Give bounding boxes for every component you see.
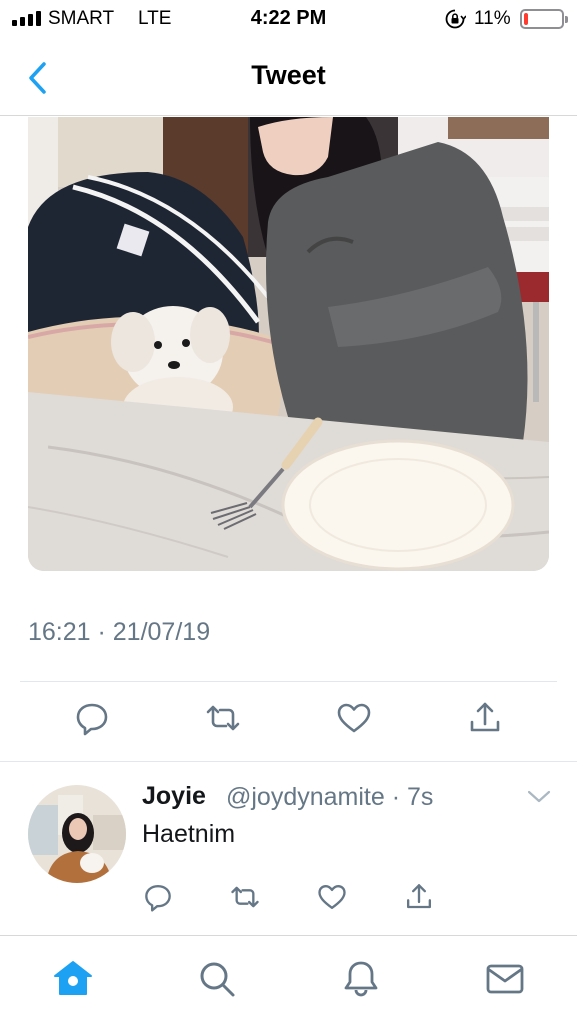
messages-icon [486,964,524,994]
battery-icon [520,9,568,29]
reply-reply-button[interactable] [143,882,173,912]
tweet-actions [0,700,577,740]
reply-share-button[interactable] [404,882,434,912]
retweet-icon [231,886,259,908]
reply-actions [0,882,577,916]
status-bar: SMART LTE 4:22 PM 11% [0,0,577,40]
tweet-photo[interactable] [28,117,549,571]
tab-search[interactable] [196,958,238,1000]
tweet-timestamp: 16:21 · 21/07/19 [28,618,211,646]
divider [0,761,577,762]
reply-author-handle[interactable]: @joydynamite · 7s [226,783,433,812]
like-button[interactable] [336,700,372,736]
navigation-bar: Tweet [0,40,577,116]
reply-author-name[interactable]: Joyie [142,782,206,811]
tab-bar [0,935,577,1024]
share-button[interactable] [467,700,503,736]
battery-percent: 11% [474,8,511,29]
tab-home[interactable] [52,958,94,1000]
divider [20,681,557,682]
retweet-button[interactable] [205,700,241,736]
search-icon [200,962,235,997]
chevron-down-icon [527,790,551,803]
reply-like-button[interactable] [317,882,347,912]
like-icon [318,885,346,909]
retweet-icon [206,705,240,731]
tab-messages[interactable] [484,958,526,1000]
like-icon [337,703,371,733]
share-icon [470,702,500,732]
reply-retweet-button[interactable] [230,882,260,912]
tab-notifications[interactable] [340,958,382,1000]
reply-menu-button[interactable] [526,786,552,806]
avatar[interactable] [28,785,126,883]
share-icon [407,884,431,909]
rotation-lock-icon [445,9,466,29]
page-title: Tweet [251,60,326,90]
reply-text: Haetnim [142,820,236,848]
reply-icon [76,703,108,736]
reply-button[interactable] [74,700,110,736]
reply-icon [145,885,171,912]
notifications-icon [344,961,378,997]
